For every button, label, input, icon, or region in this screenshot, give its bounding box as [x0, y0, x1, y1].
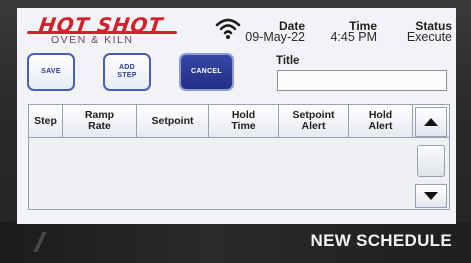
screen-title: NEW SCHEDULE — [310, 231, 452, 250]
col-header-ramp-rate: Ramp Rate — [63, 105, 137, 137]
schedule-table: Step Ramp Rate Setpoint Hold Time Setpoi… — [28, 104, 450, 210]
table-body — [29, 138, 413, 209]
col-header-step: Step — [29, 105, 63, 137]
brand-logo: HOT SHOT OVEN & KILN — [23, 13, 183, 53]
table-scrollbar[interactable] — [413, 105, 449, 209]
triangle-down-icon — [424, 192, 438, 200]
touch-screen: HOT SHOT OVEN & KILN Date 09-May-22 Time… — [17, 8, 456, 224]
col-header-hold-alert: Hold Alert — [349, 105, 413, 137]
scroll-down-button[interactable] — [415, 184, 447, 208]
add-step-button[interactable]: ADD STEP — [103, 53, 151, 91]
time-value: 4:45 PM — [330, 30, 377, 44]
add-step-label: ADD STEP — [117, 64, 137, 79]
triangle-up-icon — [424, 118, 438, 126]
title-label: Title — [276, 55, 300, 67]
cancel-button[interactable]: CANCEL — [179, 53, 234, 91]
save-button[interactable]: SAVE — [27, 53, 75, 91]
table-header: Step Ramp Rate Setpoint Hold Time Setpoi… — [29, 105, 449, 138]
scroll-up-button[interactable] — [415, 107, 447, 137]
status-value: Execute — [406, 30, 452, 44]
scroll-thumb[interactable] — [417, 145, 445, 177]
col-header-setpoint-alert: Setpoint Alert — [279, 105, 349, 137]
col-header-hold-time: Hold Time — [209, 105, 279, 137]
title-input[interactable] — [277, 70, 447, 91]
col-header-setpoint: Setpoint — [137, 105, 209, 137]
logo-subtitle: OVEN & KILN — [51, 34, 134, 46]
date-value: 09-May-22 — [245, 30, 305, 44]
